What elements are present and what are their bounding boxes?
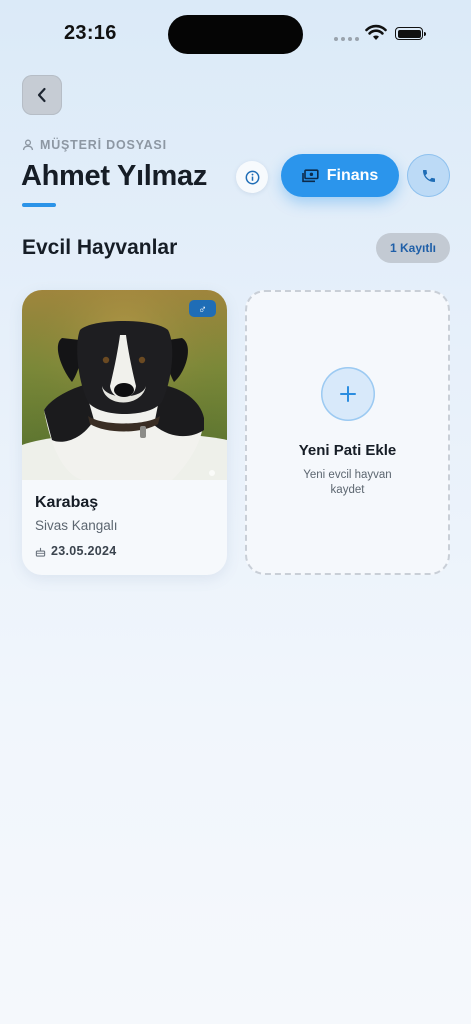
wifi-icon [365, 24, 387, 40]
pet-birthdate: 23.05.2024 [35, 544, 117, 558]
signal-icon [334, 37, 359, 41]
add-pet-subtitle: Yeni evcil hayvan kaydet [303, 469, 392, 496]
customer-file-text: MÜŞTERİ DOSYASI [40, 138, 167, 152]
status-time: 23:16 [64, 22, 117, 44]
status-bar: 23:16 [0, 0, 471, 70]
money-icon [301, 168, 319, 182]
pet-card[interactable]: ♂ Karabaş Sivas Kangalı 23.05.2024 [22, 290, 227, 575]
pet-date: 23.05.2024 [51, 544, 117, 558]
finance-button[interactable]: Finans [281, 154, 399, 197]
customer-file-label: MÜŞTERİ DOSYASI [22, 138, 167, 152]
finance-label: Finans [326, 166, 379, 184]
pet-photo [22, 290, 227, 480]
pet-count-badge: 1 Kayıtlı [376, 233, 450, 263]
pet-breed: Sivas Kangalı [35, 518, 118, 533]
male-badge: ♂ [189, 300, 216, 317]
battery-icon [395, 27, 426, 40]
person-icon [22, 139, 34, 151]
pets-section-title: Evcil Hayvanlar [22, 236, 178, 259]
phone-button[interactable] [407, 154, 450, 197]
customer-name: Ahmet Yılmaz [21, 160, 208, 192]
male-icon: ♂ [198, 301, 207, 316]
add-pet-title: Yeni Pati Ekle [298, 442, 397, 459]
cake-icon [35, 547, 46, 557]
back-chevron-icon [37, 87, 46, 103]
back-button[interactable] [22, 75, 62, 115]
phone-icon [422, 169, 435, 182]
name-underline [22, 203, 56, 207]
info-button[interactable] [236, 161, 268, 193]
dynamic-island [168, 15, 303, 54]
plus-icon [340, 386, 356, 402]
add-pet-button[interactable] [321, 367, 375, 421]
pet-name: Karabaş [35, 494, 99, 511]
info-icon [245, 170, 259, 184]
add-pet-card[interactable]: Yeni Pati Ekle Yeni evcil hayvan kaydet [245, 290, 450, 575]
